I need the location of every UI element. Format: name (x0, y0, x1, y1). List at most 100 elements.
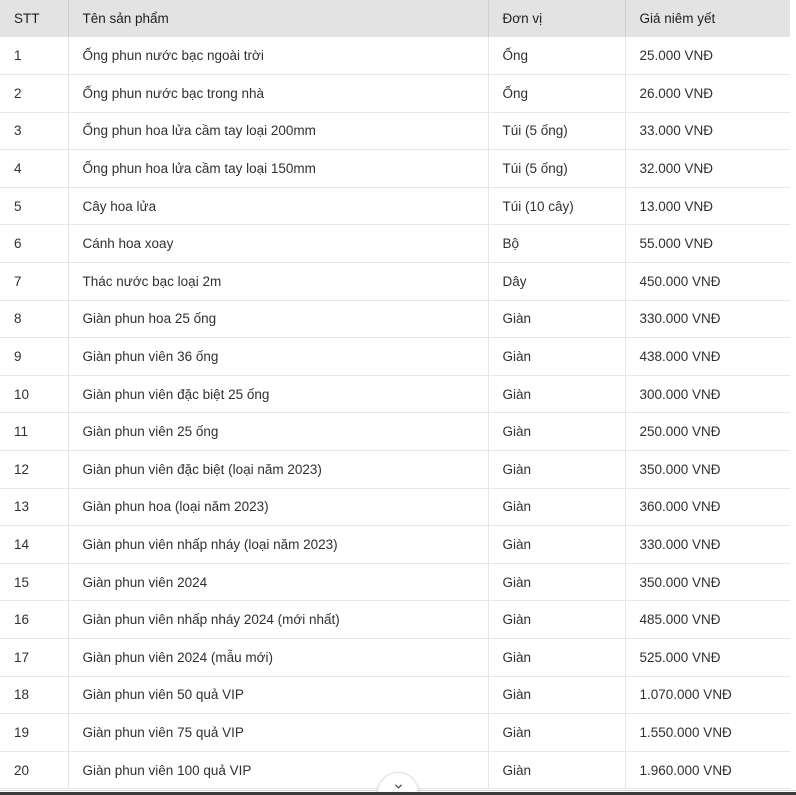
cell-stt: 4 (0, 150, 68, 188)
cell-unit: Giàn (488, 300, 625, 338)
table-row[interactable]: 14Giàn phun viên nhấp nháy (loại năm 202… (0, 526, 790, 564)
cell-price: 13.000 VNĐ (625, 187, 790, 225)
table-row[interactable]: 15Giàn phun viên 2024Giàn350.000 VNĐ (0, 563, 790, 601)
cell-price: 300.000 VNĐ (625, 375, 790, 413)
cell-price: 525.000 VNĐ (625, 639, 790, 677)
table-row[interactable]: 13Giàn phun hoa (loại năm 2023)Giàn360.0… (0, 488, 790, 526)
cell-stt: 6 (0, 225, 68, 263)
table-row[interactable]: 8Giàn phun hoa 25 ốngGiàn330.000 VNĐ (0, 300, 790, 338)
table-row[interactable]: 7Thác nước bạc loại 2mDây450.000 VNĐ (0, 263, 790, 301)
cell-price: 450.000 VNĐ (625, 263, 790, 301)
cell-name: Giàn phun viên 50 quả VIP (68, 676, 488, 714)
cell-unit: Giàn (488, 338, 625, 376)
cell-stt: 15 (0, 563, 68, 601)
cell-name: Giàn phun viên 75 quả VIP (68, 714, 488, 752)
cell-name: Cây hoa lửa (68, 187, 488, 225)
cell-name: Giàn phun viên 100 quả VIP (68, 751, 488, 789)
cell-name: Ống phun hoa lửa cầm tay loại 150mm (68, 150, 488, 188)
cell-name: Giàn phun viên 2024 (68, 563, 488, 601)
cell-price: 350.000 VNĐ (625, 451, 790, 489)
cell-unit: Bộ (488, 225, 625, 263)
cell-price: 250.000 VNĐ (625, 413, 790, 451)
header-row: STT Tên sản phẩm Đơn vị Giá niêm yết (0, 0, 790, 37)
cell-price: 330.000 VNĐ (625, 300, 790, 338)
cell-unit: Giàn (488, 526, 625, 564)
cell-name: Giàn phun viên 2024 (mẫu mới) (68, 639, 488, 677)
table-row[interactable]: 19Giàn phun viên 75 quả VIPGiàn1.550.000… (0, 714, 790, 752)
cell-name: Giàn phun viên nhấp nháy (loại năm 2023) (68, 526, 488, 564)
table-row[interactable]: 1Ống phun nước bạc ngoài trờiỐng25.000 V… (0, 37, 790, 75)
cell-price: 438.000 VNĐ (625, 338, 790, 376)
table-row[interactable]: 3Ống phun hoa lửa cầm tay loại 200mmTúi … (0, 112, 790, 150)
cell-unit: Túi (5 ống) (488, 150, 625, 188)
cell-name: Ống phun nước bạc trong nhà (68, 75, 488, 113)
cell-price: 1.550.000 VNĐ (625, 714, 790, 752)
cell-price: 26.000 VNĐ (625, 75, 790, 113)
cell-name: Giàn phun viên 36 ống (68, 338, 488, 376)
cell-name: Giàn phun viên 25 ống (68, 413, 488, 451)
cell-unit: Giàn (488, 639, 625, 677)
cell-unit: Giàn (488, 676, 625, 714)
table-row[interactable]: 17Giàn phun viên 2024 (mẫu mới)Giàn525.0… (0, 639, 790, 677)
column-header-name[interactable]: Tên sản phẩm (68, 0, 488, 37)
table-row[interactable]: 6Cánh hoa xoayBộ55.000 VNĐ (0, 225, 790, 263)
cell-price: 25.000 VNĐ (625, 37, 790, 75)
chevron-down-icon (393, 781, 404, 792)
cell-price: 485.000 VNĐ (625, 601, 790, 639)
table-row[interactable]: 16Giàn phun viên nhấp nháy 2024 (mới nhấ… (0, 601, 790, 639)
cell-stt: 20 (0, 751, 68, 789)
product-price-table: STT Tên sản phẩm Đơn vị Giá niêm yết 1Ốn… (0, 0, 790, 789)
cell-unit: Giàn (488, 413, 625, 451)
table-row[interactable]: 10Giàn phun viên đặc biệt 25 ốngGiàn300.… (0, 375, 790, 413)
cell-unit: Giàn (488, 375, 625, 413)
table-row[interactable]: 4Ống phun hoa lửa cầm tay loại 150mmTúi … (0, 150, 790, 188)
cell-name: Cánh hoa xoay (68, 225, 488, 263)
cell-name: Giàn phun hoa (loại năm 2023) (68, 488, 488, 526)
cell-unit: Túi (5 ống) (488, 112, 625, 150)
cell-stt: 13 (0, 488, 68, 526)
cell-unit: Ống (488, 37, 625, 75)
cell-name: Ống phun nước bạc ngoài trời (68, 37, 488, 75)
table-row[interactable]: 18Giàn phun viên 50 quả VIPGiàn1.070.000… (0, 676, 790, 714)
table-row[interactable]: 9Giàn phun viên 36 ốngGiàn438.000 VNĐ (0, 338, 790, 376)
cell-stt: 17 (0, 639, 68, 677)
cell-stt: 19 (0, 714, 68, 752)
price-table-container: STT Tên sản phẩm Đơn vị Giá niêm yết 1Ốn… (0, 0, 796, 795)
cell-unit: Giàn (488, 451, 625, 489)
cell-price: 1.070.000 VNĐ (625, 676, 790, 714)
cell-stt: 3 (0, 112, 68, 150)
cell-stt: 12 (0, 451, 68, 489)
cell-unit: Dây (488, 263, 625, 301)
cell-price: 32.000 VNĐ (625, 150, 790, 188)
cell-name: Giàn phun viên đặc biệt 25 ống (68, 375, 488, 413)
cell-price: 1.960.000 VNĐ (625, 751, 790, 789)
column-header-stt[interactable]: STT (0, 0, 68, 37)
table-row[interactable]: 11Giàn phun viên 25 ốngGiàn250.000 VNĐ (0, 413, 790, 451)
cell-stt: 14 (0, 526, 68, 564)
cell-stt: 5 (0, 187, 68, 225)
cell-stt: 7 (0, 263, 68, 301)
cell-stt: 8 (0, 300, 68, 338)
cell-price: 350.000 VNĐ (625, 563, 790, 601)
table-header: STT Tên sản phẩm Đơn vị Giá niêm yết (0, 0, 790, 37)
cell-stt: 1 (0, 37, 68, 75)
cell-stt: 16 (0, 601, 68, 639)
cell-price: 33.000 VNĐ (625, 112, 790, 150)
table-row[interactable]: 2Ống phun nước bạc trong nhàỐng26.000 VN… (0, 75, 790, 113)
column-header-unit[interactable]: Đơn vị (488, 0, 625, 37)
cell-name: Ống phun hoa lửa cầm tay loại 200mm (68, 112, 488, 150)
cell-name: Giàn phun viên đặc biệt (loại năm 2023) (68, 451, 488, 489)
cell-unit: Ống (488, 75, 625, 113)
table-body: 1Ống phun nước bạc ngoài trờiỐng25.000 V… (0, 37, 790, 789)
cell-unit: Giàn (488, 563, 625, 601)
table-row[interactable]: 12Giàn phun viên đặc biệt (loại năm 2023… (0, 451, 790, 489)
cell-price: 330.000 VNĐ (625, 526, 790, 564)
cell-unit: Giàn (488, 601, 625, 639)
cell-stt: 11 (0, 413, 68, 451)
cell-unit: Túi (10 cây) (488, 187, 625, 225)
table-row[interactable]: 5Cây hoa lửaTúi (10 cây)13.000 VNĐ (0, 187, 790, 225)
cell-stt: 9 (0, 338, 68, 376)
cell-name: Thác nước bạc loại 2m (68, 263, 488, 301)
cell-price: 360.000 VNĐ (625, 488, 790, 526)
column-header-price[interactable]: Giá niêm yết (625, 0, 790, 37)
